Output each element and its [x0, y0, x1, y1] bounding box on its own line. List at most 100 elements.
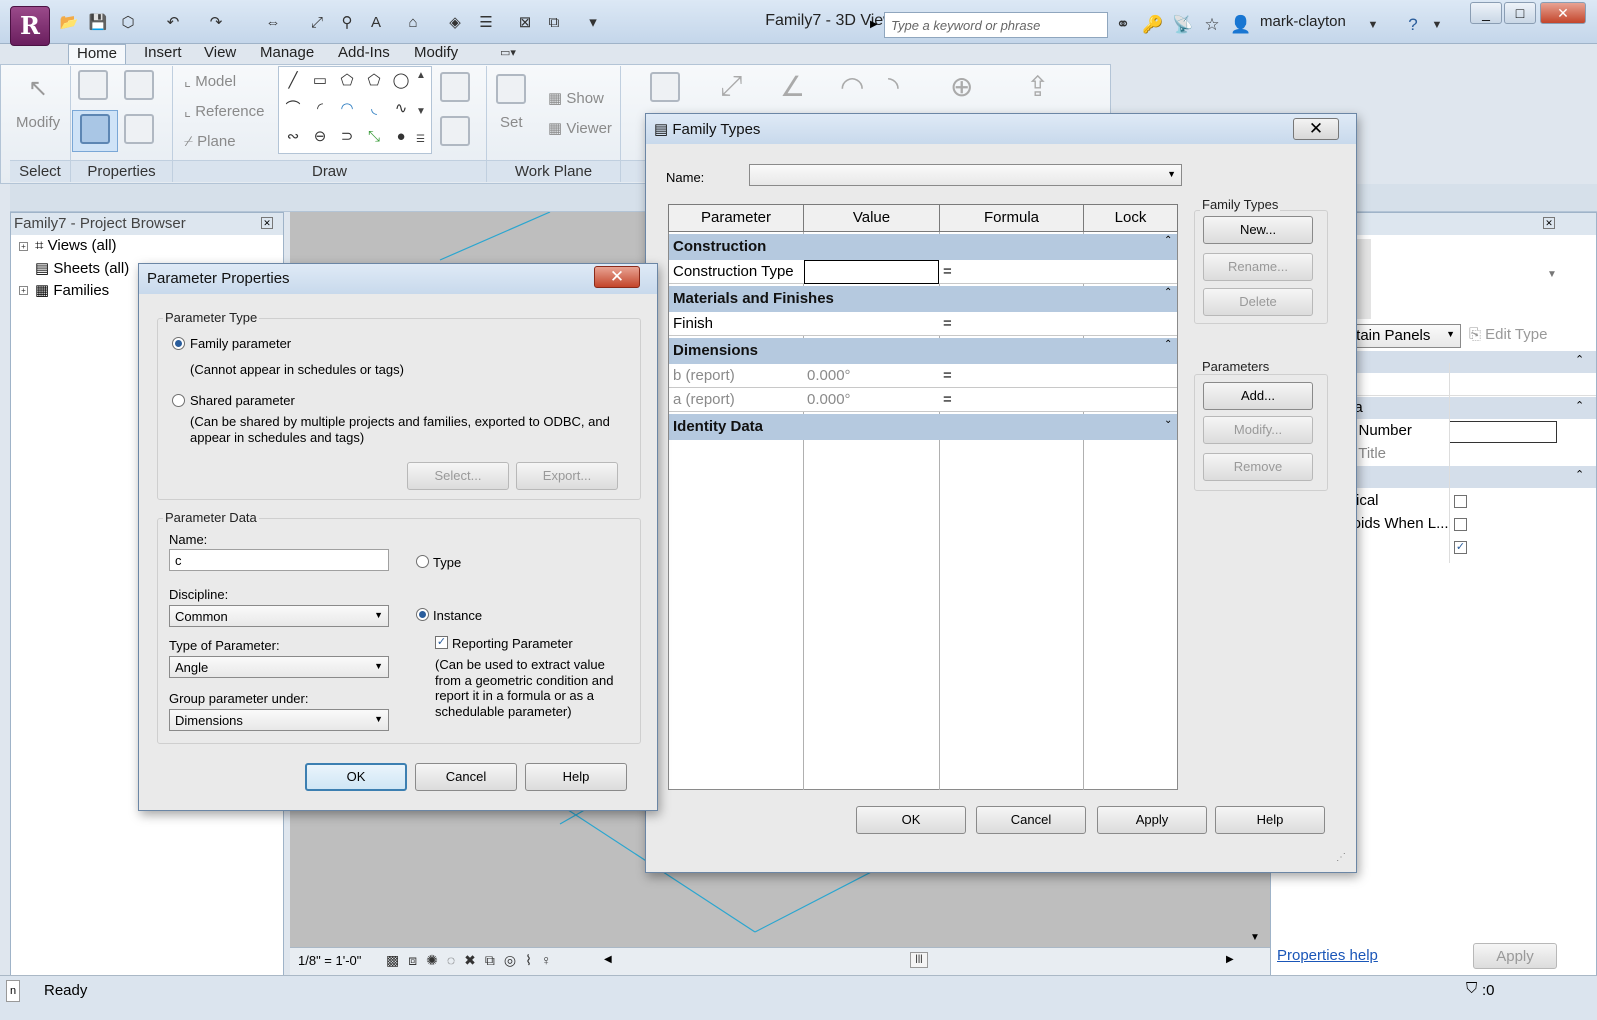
workplane-viewer-button[interactable]: ▦ Viewer: [548, 119, 612, 137]
resize-grip-icon[interactable]: ⋰: [1336, 852, 1346, 863]
ribbon-minimize-icon[interactable]: ▭▾: [500, 44, 530, 62]
shared-parameter-label[interactable]: Shared parameter: [190, 393, 295, 408]
group-header-identity-data[interactable]: Identity Data: [669, 414, 1177, 440]
table-row[interactable]: [669, 388, 1177, 412]
undo-icon[interactable]: ↶: [162, 12, 184, 34]
default-3d-view-icon[interactable]: ⌂: [402, 12, 424, 34]
close-dialog-button[interactable]: ✕: [1293, 118, 1339, 140]
set-workplane-button[interactable]: Set: [500, 114, 523, 131]
export-button[interactable]: Export...: [516, 462, 618, 490]
arc-length-icon[interactable]: ◝: [888, 70, 899, 103]
table-row[interactable]: [669, 364, 1177, 388]
set-workplane-icon[interactable]: [496, 74, 526, 104]
user-dropdown-icon[interactable]: ▼: [1360, 12, 1386, 38]
start-end-arc-icon[interactable]: ⌒: [284, 100, 302, 118]
circle-icon[interactable]: ◯: [392, 72, 410, 90]
property-section[interactable]: [1327, 466, 1596, 488]
expand-icon[interactable]: +: [19, 242, 28, 251]
section-icon[interactable]: ◈: [444, 12, 466, 34]
text-icon[interactable]: A: [365, 12, 387, 34]
modify-button[interactable]: Modify: [16, 114, 60, 131]
ok-button[interactable]: OK: [856, 806, 966, 834]
scroll-right-icon[interactable]: ▶: [1226, 954, 1234, 965]
tab-insert[interactable]: Insert: [136, 44, 190, 64]
table-row[interactable]: [669, 312, 1177, 336]
help-dropdown-icon[interactable]: ▼: [1424, 12, 1450, 38]
tree-item-families[interactable]: ▦ Families: [35, 281, 109, 299]
tag-icon[interactable]: ⚲: [336, 12, 358, 34]
load-into-project-icon[interactable]: ⇪: [1026, 70, 1049, 103]
tree-item-views[interactable]: ⌗ Views (all): [35, 237, 117, 254]
reference-plane-button[interactable]: ⌿ Plane: [184, 133, 236, 150]
delete-type-button[interactable]: Delete: [1203, 288, 1313, 316]
show-workplane-button[interactable]: ▦ Show: [548, 89, 604, 107]
view-scale[interactable]: 1/8" = 1'-0": [298, 953, 361, 968]
user-icon[interactable]: 👤: [1228, 12, 1254, 38]
type-radio-label[interactable]: Type: [433, 555, 461, 570]
help-button[interactable]: Help: [1215, 806, 1325, 834]
radial-dimension-icon[interactable]: ◠: [840, 70, 864, 103]
instance-radio-label[interactable]: Instance: [433, 608, 482, 623]
group-header-materials[interactable]: Materials and Finishes: [669, 286, 1177, 312]
model-line-button[interactable]: ⌞ Model: [184, 72, 236, 90]
aligned-dimension-icon[interactable]: ⤢: [306, 12, 328, 34]
line-icon[interactable]: ╱: [284, 72, 302, 90]
reporting-parameter-label[interactable]: Reporting Parameter: [452, 636, 573, 651]
shared-parameter-radio[interactable]: [172, 394, 185, 407]
communication-center-icon[interactable]: 📡: [1170, 12, 1196, 38]
fillet-arc-icon[interactable]: ◟: [365, 100, 383, 118]
circumscribed-polygon-icon[interactable]: ⬠: [365, 72, 383, 90]
family-parameter-label[interactable]: Family parameter: [190, 336, 291, 351]
tab-view[interactable]: View: [196, 44, 244, 64]
group-parameter-dropdown[interactable]: Dimensions: [169, 709, 389, 731]
help-icon[interactable]: ?: [1400, 12, 1426, 38]
expand-icon[interactable]: ⌄: [1164, 415, 1172, 426]
close-dialog-button[interactable]: ✕: [594, 266, 640, 288]
tangent-arc-icon[interactable]: ◠: [338, 100, 356, 118]
sync-icon[interactable]: ⬡: [117, 12, 139, 34]
properties-apply-button[interactable]: Apply: [1473, 943, 1557, 969]
family-parameter-radio[interactable]: [172, 337, 185, 350]
new-type-button[interactable]: New...: [1203, 216, 1313, 244]
rectangle-icon[interactable]: ▭: [311, 72, 329, 90]
remove-parameter-button[interactable]: Remove: [1203, 453, 1313, 481]
cancel-button[interactable]: Cancel: [976, 806, 1086, 834]
horizontal-scrollbar-thumb[interactable]: |||: [910, 952, 928, 968]
column-header-parameter[interactable]: Parameter: [668, 204, 804, 232]
expand-icon[interactable]: +: [19, 286, 28, 295]
collapse-icon[interactable]: ⌃: [1164, 339, 1172, 350]
draw-on-face-icon[interactable]: [440, 72, 470, 102]
favorites-icon[interactable]: ☆: [1199, 12, 1225, 38]
column-header-formula[interactable]: Formula: [939, 204, 1084, 232]
draw-on-workplane-icon[interactable]: [440, 116, 470, 146]
property-section[interactable]: Data: [1327, 397, 1596, 419]
binoculars-icon[interactable]: ⚭: [1110, 12, 1136, 38]
rename-type-button[interactable]: Rename...: [1203, 253, 1313, 281]
close-icon[interactable]: ✕: [261, 217, 273, 229]
discipline-dropdown[interactable]: Common: [169, 605, 389, 627]
family-types-ribbon-icon[interactable]: [78, 70, 108, 100]
tab-add-ins[interactable]: Add-Ins: [330, 44, 398, 64]
pick-faces-icon[interactable]: ⤡: [365, 128, 383, 146]
reference-line-button[interactable]: ⌞ Reference: [184, 102, 264, 120]
type-dropdown-icon[interactable]: ▼: [1547, 269, 1557, 280]
edit-type-button[interactable]: ⎘ Edit Type: [1469, 326, 1547, 343]
select-button[interactable]: Select...: [407, 462, 509, 490]
user-name[interactable]: mark-clayton: [1260, 13, 1346, 30]
partial-ellipse-icon[interactable]: ⊖: [311, 128, 329, 146]
customize-qat-icon[interactable]: ▾: [582, 12, 604, 34]
formula-cell[interactable]: =: [943, 263, 952, 280]
switch-windows-icon[interactable]: ⧉: [543, 12, 565, 34]
formula-cell[interactable]: =: [943, 391, 952, 408]
type-properties-icon[interactable]: [124, 114, 154, 144]
thin-lines-icon[interactable]: ☰: [475, 12, 497, 34]
inscribed-polygon-icon[interactable]: ⬠: [338, 72, 356, 90]
tree-item-sheets[interactable]: ▤ Sheets (all): [35, 259, 129, 277]
application-menu-button[interactable]: R: [10, 6, 50, 46]
point-element-icon[interactable]: ●: [392, 128, 410, 146]
tab-modify[interactable]: Modify: [406, 44, 466, 64]
pick-lines-icon[interactable]: ⊃: [338, 128, 356, 146]
collapse-icon[interactable]: ⌃: [1575, 468, 1584, 481]
apply-button[interactable]: Apply: [1097, 806, 1207, 834]
type-radio[interactable]: [416, 555, 429, 568]
